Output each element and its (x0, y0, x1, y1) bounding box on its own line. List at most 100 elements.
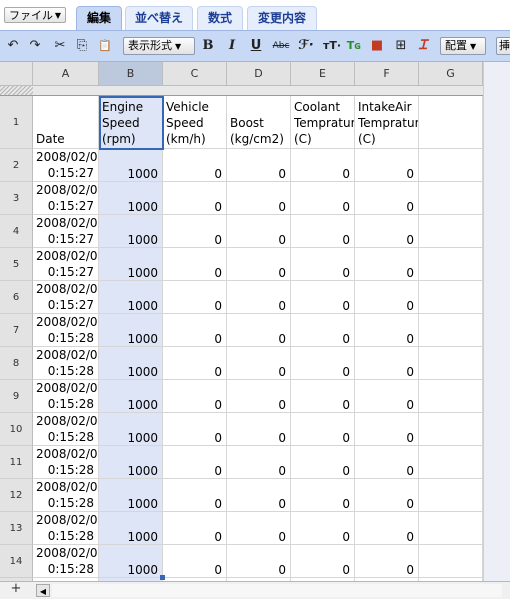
engine-speed-cell[interactable]: 1000 (99, 215, 163, 248)
intake-cell[interactable]: 0 (355, 413, 419, 446)
tab-formulas[interactable]: 数式 (197, 6, 243, 30)
boost-cell[interactable]: 0 (227, 545, 291, 578)
vehicle-speed-cell[interactable]: 0 (163, 479, 227, 512)
column-header-d[interactable]: D (227, 62, 291, 85)
empty-cell-g[interactable] (419, 281, 483, 314)
tab-sort[interactable]: 並べ替え (125, 6, 193, 30)
intake-cell[interactable]: 0 (355, 545, 419, 578)
intake-cell[interactable]: 0 (355, 281, 419, 314)
intake-cell[interactable]: 0 (355, 248, 419, 281)
coolant-cell[interactable]: 0 (291, 512, 355, 545)
coolant-cell[interactable]: 0 (291, 479, 355, 512)
coolant-cell[interactable]: 0 (291, 314, 355, 347)
column-header-a[interactable]: A (33, 62, 99, 85)
row-header[interactable]: 13 (0, 512, 33, 545)
vehicle-speed-cell[interactable]: 0 (163, 314, 227, 347)
row-header[interactable]: 5 (0, 248, 33, 281)
copy-icon[interactable]: ⎘ (74, 37, 90, 55)
intake-cell[interactable]: 0 (355, 479, 419, 512)
empty-cell-g[interactable] (419, 314, 483, 347)
empty-cell-g[interactable] (419, 446, 483, 479)
coolant-cell[interactable]: 0 (291, 413, 355, 446)
underline-button[interactable]: U (248, 37, 264, 55)
engine-speed-cell[interactable]: 1000 (99, 281, 163, 314)
date-cell[interactable]: 2008/02/03 0:15:28 (33, 446, 99, 479)
column-header-g[interactable]: G (419, 62, 483, 85)
tab-revisions[interactable]: 変更内容 (247, 6, 317, 30)
engine-speed-cell[interactable]: 1000 (99, 512, 163, 545)
scroll-left-icon[interactable]: ◀ (36, 584, 50, 597)
date-cell[interactable]: 2008/02/03 0:15:28 (33, 380, 99, 413)
intake-cell[interactable]: 0 (355, 380, 419, 413)
vehicle-speed-cell[interactable]: 0 (163, 215, 227, 248)
borders-icon[interactable]: ⊞ (392, 37, 410, 55)
font-family-icon[interactable]: ℱ· (296, 37, 316, 55)
italic-button[interactable]: I (224, 37, 240, 55)
vehicle-speed-cell[interactable]: 0 (163, 281, 227, 314)
vehicle-speed-cell[interactable]: 0 (163, 545, 227, 578)
align-dropdown[interactable]: 配置 ▼ (440, 37, 486, 55)
freeze-handle[interactable] (0, 86, 33, 95)
boost-cell[interactable]: 0 (227, 248, 291, 281)
boost-cell[interactable]: 0 (227, 215, 291, 248)
vehicle-speed-cell[interactable]: 0 (163, 182, 227, 215)
row-header[interactable]: 8 (0, 347, 33, 380)
format-dropdown[interactable]: 表示形式 ▼ (123, 37, 195, 55)
row-header[interactable]: 11 (0, 446, 33, 479)
vertical-scrollbar[interactable] (483, 62, 510, 581)
row-header[interactable]: 9 (0, 380, 33, 413)
date-cell[interactable]: 2008/02/03 0:15:28 (33, 314, 99, 347)
boost-cell[interactable]: 0 (227, 512, 291, 545)
file-menu-button[interactable]: ファイル ▼ (4, 7, 66, 23)
engine-speed-cell[interactable]: 1000 (99, 248, 163, 281)
undo-icon[interactable]: ↶ (5, 37, 21, 55)
header-cell-f[interactable]: IntakeAir Temprature (C) (355, 96, 419, 149)
engine-speed-cell[interactable]: 1000 (99, 347, 163, 380)
column-header-b[interactable]: B (99, 62, 163, 85)
engine-speed-cell[interactable]: 1000 (99, 314, 163, 347)
row-header[interactable]: 7 (0, 314, 33, 347)
intake-cell[interactable]: 0 (355, 149, 419, 182)
header-cell-c[interactable]: Vehicle Speed (km/h) (163, 96, 227, 149)
empty-cell-g[interactable] (419, 248, 483, 281)
empty-cell-g[interactable] (419, 182, 483, 215)
row-header[interactable]: 2 (0, 149, 33, 182)
empty-cell-g[interactable] (419, 545, 483, 578)
engine-speed-cell[interactable]: 1000 (99, 413, 163, 446)
tab-edit[interactable]: 編集 (76, 6, 122, 30)
column-header-e[interactable]: E (291, 62, 355, 85)
header-cell-a[interactable]: Date (33, 96, 99, 149)
engine-speed-cell[interactable]: 1000 (99, 149, 163, 182)
header-cell-e[interactable]: Coolant Temprature (C) (291, 96, 355, 149)
engine-speed-cell[interactable]: 1000 (99, 479, 163, 512)
vehicle-speed-cell[interactable]: 0 (163, 380, 227, 413)
clear-format-icon[interactable]: Ꮖ (415, 37, 431, 55)
date-cell[interactable]: 2008/02/03 0:15:27 (33, 182, 99, 215)
header-cell-b[interactable]: Engine Speed (rpm) (99, 96, 163, 149)
bold-button[interactable]: B (200, 37, 216, 55)
vehicle-speed-cell[interactable]: 0 (163, 413, 227, 446)
boost-cell[interactable]: 0 (227, 182, 291, 215)
intake-cell[interactable]: 0 (355, 446, 419, 479)
intake-cell[interactable]: 0 (355, 512, 419, 545)
date-cell[interactable]: 2008/02/03 0:15:28 (33, 479, 99, 512)
date-cell[interactable]: 2008/02/03 0:15:27 (33, 215, 99, 248)
empty-cell-g[interactable] (419, 149, 483, 182)
redo-icon[interactable]: ↷ (27, 37, 43, 55)
coolant-cell[interactable]: 0 (291, 248, 355, 281)
boost-cell[interactable]: 0 (227, 413, 291, 446)
row-header[interactable]: 3 (0, 182, 33, 215)
engine-speed-cell[interactable]: 1000 (99, 545, 163, 578)
boost-cell[interactable]: 0 (227, 446, 291, 479)
empty-cell-g[interactable] (419, 215, 483, 248)
text-color-icon[interactable]: Tɢ (346, 37, 362, 55)
date-cell[interactable]: 2008/02/03 0:15:27 (33, 248, 99, 281)
header-cell-g[interactable] (419, 96, 483, 149)
empty-cell-g[interactable] (419, 512, 483, 545)
coolant-cell[interactable]: 0 (291, 182, 355, 215)
date-cell[interactable]: 2008/02/03 0:15:28 (33, 413, 99, 446)
fill-color-icon[interactable]: ■ (369, 37, 385, 55)
coolant-cell[interactable]: 0 (291, 149, 355, 182)
intake-cell[interactable]: 0 (355, 215, 419, 248)
intake-cell[interactable]: 0 (355, 347, 419, 380)
